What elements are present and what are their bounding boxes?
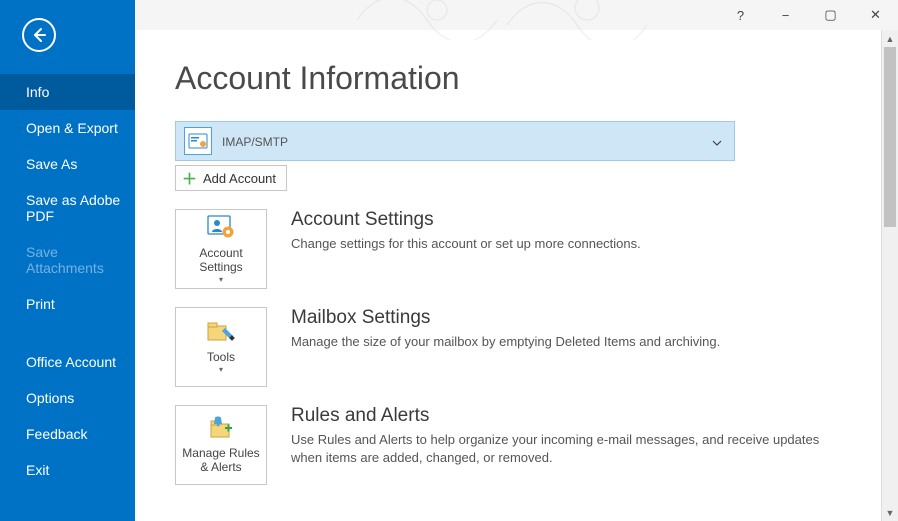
close-icon: ✕ bbox=[870, 7, 881, 23]
minimize-icon: − bbox=[782, 8, 790, 23]
section-mailbox-settings: Tools ▾ Mailbox Settings Manage the size… bbox=[175, 307, 880, 387]
nav-top: Info Open & Export Save As Save as Adobe… bbox=[0, 74, 135, 488]
nav-label: Save As bbox=[26, 156, 77, 172]
section-desc: Change settings for this account or set … bbox=[291, 235, 840, 253]
tile-account-settings[interactable]: Account Settings ▾ bbox=[175, 209, 267, 289]
section-text: Rules and Alerts Use Rules and Alerts to… bbox=[291, 405, 880, 485]
chevron-down-icon bbox=[712, 134, 722, 149]
tile-tools[interactable]: Tools ▾ bbox=[175, 307, 267, 387]
account-type: IMAP/SMTP bbox=[222, 135, 712, 149]
main-content: Account Information IMAP/SMTP ＋ Add Acco… bbox=[135, 30, 880, 521]
section-title: Mailbox Settings bbox=[291, 307, 840, 329]
add-account-button[interactable]: ＋ Add Account bbox=[175, 165, 287, 191]
chevron-down-icon: ▾ bbox=[219, 365, 223, 374]
arrow-left-icon bbox=[30, 26, 48, 44]
maximize-button[interactable]: ▢ bbox=[808, 1, 853, 29]
nav-exit[interactable]: Exit bbox=[0, 452, 135, 488]
section-title: Account Settings bbox=[291, 209, 840, 231]
nav-label: Exit bbox=[26, 462, 49, 478]
section-text: Account Settings Change settings for thi… bbox=[291, 209, 880, 289]
nav-office-account[interactable]: Office Account bbox=[0, 344, 135, 380]
rules-alerts-icon bbox=[205, 416, 237, 443]
back-button[interactable] bbox=[22, 18, 56, 52]
section-desc: Manage the size of your mailbox by empty… bbox=[291, 333, 840, 351]
help-icon: ? bbox=[737, 8, 744, 23]
backstage-sidebar: Info Open & Export Save As Save as Adobe… bbox=[0, 0, 135, 521]
nav-save-as-adobe-pdf[interactable]: Save as Adobe PDF bbox=[0, 182, 135, 234]
nav-options[interactable]: Options bbox=[0, 380, 135, 416]
page-title: Account Information bbox=[175, 60, 880, 97]
scroll-up-arrow[interactable]: ▲ bbox=[882, 30, 898, 47]
section-text: Mailbox Settings Manage the size of your… bbox=[291, 307, 880, 387]
scroll-down-arrow[interactable]: ▼ bbox=[882, 504, 898, 521]
minimize-button[interactable]: − bbox=[763, 1, 808, 29]
nav-label: Save Attachments bbox=[26, 244, 104, 276]
nav-info[interactable]: Info bbox=[0, 74, 135, 110]
tile-label: Manage Rules & Alerts bbox=[180, 447, 262, 475]
nav-save-attachments: Save Attachments bbox=[0, 234, 135, 286]
nav-label: Save as Adobe PDF bbox=[26, 192, 120, 224]
section-desc: Use Rules and Alerts to help organize yo… bbox=[291, 431, 840, 467]
nav-label: Feedback bbox=[26, 426, 87, 442]
close-button[interactable]: ✕ bbox=[853, 1, 898, 29]
scroll-thumb[interactable] bbox=[884, 47, 896, 227]
account-card-icon bbox=[184, 127, 212, 155]
nav-open-export[interactable]: Open & Export bbox=[0, 110, 135, 146]
vertical-scrollbar[interactable]: ▲ ▼ bbox=[881, 30, 898, 521]
chevron-down-icon: ▾ bbox=[219, 275, 223, 284]
account-text: IMAP/SMTP bbox=[222, 134, 712, 149]
section-title: Rules and Alerts bbox=[291, 405, 840, 427]
add-account-label: Add Account bbox=[203, 171, 276, 186]
tile-label: Tools bbox=[207, 351, 235, 365]
nav-label: Print bbox=[26, 296, 55, 312]
nav-label: Info bbox=[26, 84, 49, 100]
tile-manage-rules-alerts[interactable]: Manage Rules & Alerts bbox=[175, 405, 267, 485]
nav-label: Open & Export bbox=[26, 120, 118, 136]
nav-label: Office Account bbox=[26, 354, 116, 370]
section-account-settings: Account Settings ▾ Account Settings Chan… bbox=[175, 209, 880, 289]
account-settings-icon bbox=[206, 214, 236, 243]
help-button[interactable]: ? bbox=[718, 1, 763, 29]
nav-print[interactable]: Print bbox=[0, 286, 135, 322]
maximize-icon: ▢ bbox=[824, 7, 836, 23]
titlebar: ? − ▢ ✕ bbox=[135, 0, 898, 30]
tools-icon bbox=[205, 320, 237, 347]
nav-label: Options bbox=[26, 390, 74, 406]
tile-label: Account Settings bbox=[180, 247, 262, 275]
nav-save-as[interactable]: Save As bbox=[0, 146, 135, 182]
plus-icon: ＋ bbox=[182, 168, 197, 189]
nav-feedback[interactable]: Feedback bbox=[0, 416, 135, 452]
titlebar-decoration bbox=[337, 0, 697, 40]
account-selector[interactable]: IMAP/SMTP bbox=[175, 121, 735, 161]
section-rules-alerts: Manage Rules & Alerts Rules and Alerts U… bbox=[175, 405, 880, 485]
